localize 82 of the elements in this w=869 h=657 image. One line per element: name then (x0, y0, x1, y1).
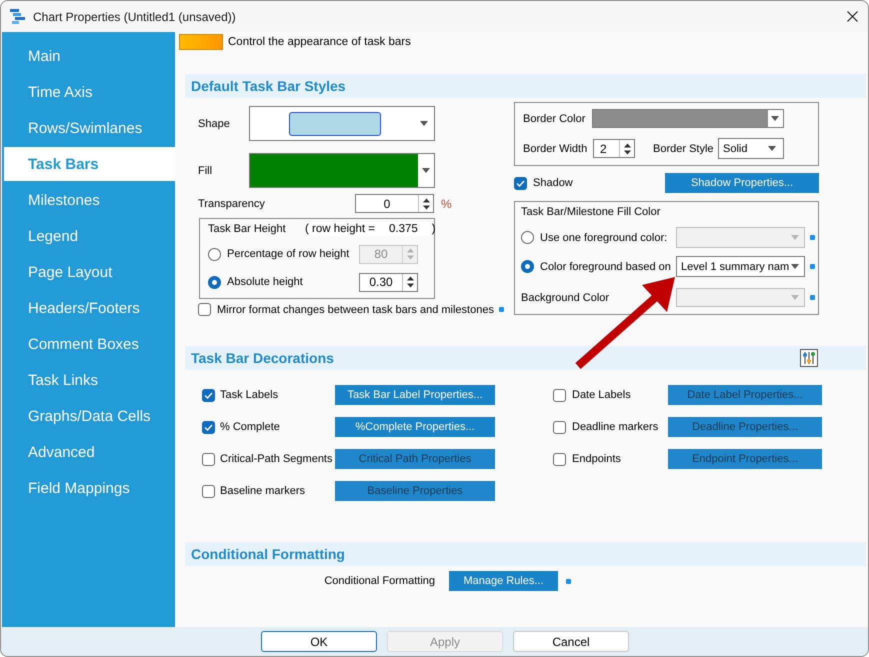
checkbox-label[interactable]: Shadow (533, 177, 573, 189)
border-color-dropdown[interactable] (592, 109, 784, 128)
caret-icon[interactable] (768, 146, 776, 151)
checkbox[interactable] (514, 176, 527, 190)
page-description: Control the appearance of task bars (228, 36, 411, 48)
checkbox-label[interactable]: Critical-Path Segments (220, 453, 335, 465)
sidebar-item[interactable]: Task Links (4, 363, 175, 397)
sidebar-item[interactable]: Task Bars (4, 147, 175, 181)
spin-arrows-icon[interactable] (624, 142, 630, 154)
checkbox[interactable] (202, 484, 215, 498)
height-spinbox[interactable]: 0.30 (359, 272, 418, 292)
row-height-value: 0.375 (389, 223, 418, 235)
shape-dropdown[interactable] (249, 106, 435, 141)
sidebar-item[interactable]: Field Mappings (4, 471, 175, 505)
checkbox[interactable] (198, 303, 211, 316)
field-label: Border Style (653, 142, 715, 154)
task-bar-icon (179, 34, 223, 50)
shadow-properties-button[interactable]: Shadow Properties... (665, 173, 819, 193)
field-label: Border Color (523, 112, 586, 124)
group-title: Task Bar/Milestone Fill Color (521, 206, 660, 218)
paren-text: ) (432, 223, 436, 235)
spin-arrows-icon[interactable] (406, 276, 414, 288)
close-icon[interactable] (846, 11, 858, 22)
sidebar-item[interactable]: Main (4, 39, 175, 73)
app-icon (10, 9, 25, 24)
check-icon (204, 424, 213, 430)
checkbox-label[interactable]: % Complete (220, 421, 335, 433)
group-title: Task Bar Height (208, 223, 286, 235)
field-label: Background Color (521, 292, 610, 304)
sidebar-item[interactable]: Page Layout (4, 255, 175, 289)
radio-button[interactable] (208, 276, 221, 288)
properties-button[interactable]: Task Bar Label Properties... (335, 385, 495, 405)
section-title: Conditional Formatting (191, 546, 345, 562)
checkbox[interactable] (553, 420, 566, 434)
row-height-label: ( row height = (305, 223, 375, 235)
field-label: Fill (198, 164, 214, 176)
border-style-dropdown[interactable]: Solid (718, 138, 784, 159)
transparency-spinbox[interactable]: 0 (355, 194, 434, 213)
checkbox[interactable] (202, 388, 215, 402)
sidebar-item[interactable]: Milestones (4, 183, 175, 217)
border-width-spinbox[interactable]: 2 (593, 139, 635, 158)
dialog-button[interactable]: Cancel (513, 631, 629, 652)
field-label: Border Width (523, 142, 588, 154)
checkbox-label[interactable]: Deadline markers (572, 421, 668, 433)
checkbox[interactable] (202, 452, 215, 466)
sliders-icon[interactable] (800, 349, 818, 367)
check-icon (516, 180, 525, 186)
dialog-button[interactable]: OK (261, 631, 377, 652)
radio-label[interactable]: Color foreground based on (540, 260, 671, 272)
checkbox[interactable] (553, 388, 566, 402)
checkbox-label[interactable]: Baseline markers (220, 485, 335, 497)
checkbox-label[interactable]: Task Labels (220, 389, 335, 401)
color-source-dropdown[interactable]: Level 1 summary nam (676, 256, 805, 277)
check-icon (204, 392, 213, 398)
caret-icon[interactable] (420, 121, 428, 126)
field-label: Transparency (198, 198, 266, 210)
section-title: Default Task Bar Styles (191, 78, 346, 94)
section-title: Task Bar Decorations (191, 350, 334, 366)
caret-icon[interactable] (791, 264, 799, 269)
sidebar-item[interactable]: Rows/Swimlanes (4, 111, 175, 145)
sidebar-item[interactable]: Comment Boxes (4, 327, 175, 361)
window-title: Chart Properties (Untitled1 (unsaved)) (33, 10, 236, 24)
checkbox[interactable] (553, 452, 566, 466)
spin-arrows-icon[interactable] (422, 198, 430, 210)
properties-button[interactable]: %Complete Properties... (335, 417, 495, 437)
checkbox-label[interactable]: Endpoints (572, 453, 668, 465)
sidebar-item[interactable]: Time Axis (4, 75, 175, 109)
sidebar-item[interactable]: Graphs/Data Cells (4, 399, 175, 433)
percent-unit: % (441, 196, 452, 210)
checkbox[interactable] (202, 420, 215, 434)
sidebar-item[interactable]: Headers/Footers (4, 291, 175, 325)
caret-icon[interactable] (422, 168, 430, 173)
manage-rules-button[interactable]: Manage Rules... (449, 571, 558, 591)
field-label: Shape (198, 118, 231, 130)
checkbox-label[interactable]: Date Labels (572, 389, 668, 401)
checkbox-label[interactable]: Mirror format changes between task bars and milestones (217, 304, 494, 316)
sidebar-item[interactable]: Advanced (4, 435, 175, 469)
radio-button[interactable] (521, 260, 534, 273)
caret-icon[interactable] (771, 116, 779, 121)
sidebar-item[interactable]: Legend (4, 219, 175, 253)
field-label: Conditional Formatting (323, 575, 435, 587)
radio-label[interactable]: Absolute height (227, 276, 303, 288)
